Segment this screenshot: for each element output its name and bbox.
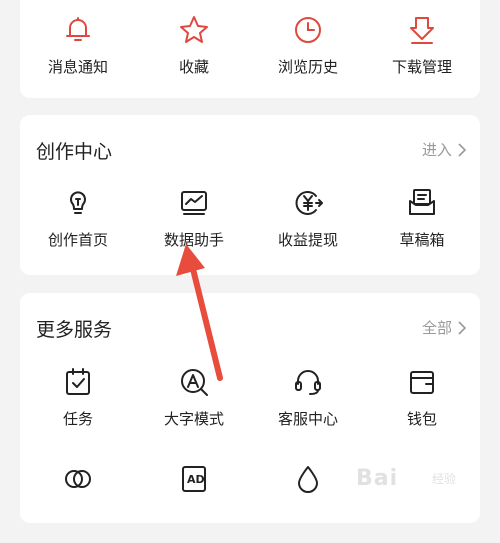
task-calendar-icon: [62, 366, 94, 398]
quick-actions-row: 消息通知 收藏 浏览历史 下载管理: [20, 14, 480, 94]
service-item[interactable]: AD: [144, 463, 244, 543]
large-font-mode-button[interactable]: 大字模式: [144, 366, 244, 446]
large-font-icon: [178, 366, 210, 398]
create-center-card: 创作中心 进入 创作首页 数据助手 收益提现 草稿箱: [20, 115, 480, 275]
earnings-withdraw-button[interactable]: 收益提现: [258, 187, 358, 267]
notifications-button[interactable]: 消息通知: [28, 14, 128, 94]
create-home-label: 创作首页: [47, 231, 108, 249]
ad-icon: AD: [178, 463, 210, 495]
wallet-icon: [406, 366, 438, 398]
wallet-button[interactable]: 钱包: [372, 366, 472, 446]
headset-icon: [292, 366, 324, 398]
tasks-button[interactable]: 任务: [28, 366, 128, 446]
create-center-title: 创作中心: [36, 141, 113, 163]
large-font-mode-label: 大字模式: [163, 410, 224, 428]
data-assistant-button[interactable]: 数据助手: [144, 187, 244, 267]
downloads-label: 下载管理: [391, 58, 452, 76]
customer-service-label: 客服中心: [277, 410, 338, 428]
earnings-withdraw-label: 收益提现: [277, 231, 338, 249]
star-icon: [178, 14, 210, 46]
drafts-label: 草稿箱: [399, 231, 445, 249]
bell-icon: [62, 14, 94, 46]
watermark-text: Bai: [356, 466, 399, 491]
favorites-label: 收藏: [178, 58, 209, 76]
circles-icon: [62, 463, 94, 495]
clock-icon: [292, 14, 324, 46]
more-services-all-label: 全部: [421, 319, 452, 337]
download-icon: [406, 14, 438, 46]
drafts-button[interactable]: 草稿箱: [372, 187, 472, 267]
draft-box-icon: [406, 187, 438, 219]
yuan-withdraw-icon: [292, 187, 324, 219]
baidu-watermark: Bai 经验: [356, 458, 476, 494]
favorites-button[interactable]: 收藏: [144, 14, 244, 94]
lightbulb-icon: [62, 187, 94, 219]
notifications-label: 消息通知: [47, 58, 108, 76]
wallet-label: 钱包: [406, 410, 437, 428]
chart-monitor-icon: [178, 187, 210, 219]
customer-service-button[interactable]: 客服中心: [258, 366, 358, 446]
chevron-right-icon: [458, 142, 466, 157]
create-center-row: 创作首页 数据助手 收益提现 草稿箱: [20, 187, 480, 267]
more-services-title: 更多服务: [36, 319, 113, 341]
history-label: 浏览历史: [277, 58, 338, 76]
downloads-button[interactable]: 下载管理: [372, 14, 472, 94]
history-button[interactable]: 浏览历史: [258, 14, 358, 94]
more-services-row: 任务 大字模式 客服中心 钱包: [20, 366, 480, 446]
create-home-button[interactable]: 创作首页: [28, 187, 128, 267]
service-item[interactable]: [258, 463, 358, 543]
service-item[interactable]: [28, 463, 128, 543]
chevron-right-icon: [458, 320, 466, 335]
create-center-enter-label: 进入: [421, 141, 452, 159]
quick-actions-card: 消息通知 收藏 浏览历史 下载管理: [20, 0, 480, 98]
watermark-sub: 经验: [432, 472, 457, 486]
create-center-enter-link[interactable]: 进入: [422, 139, 466, 160]
tasks-label: 任务: [62, 410, 93, 428]
svg-text:AD: AD: [187, 473, 205, 486]
drop-icon: [292, 463, 324, 495]
more-services-all-link[interactable]: 全部: [422, 317, 466, 338]
data-assistant-label: 数据助手: [163, 231, 224, 249]
